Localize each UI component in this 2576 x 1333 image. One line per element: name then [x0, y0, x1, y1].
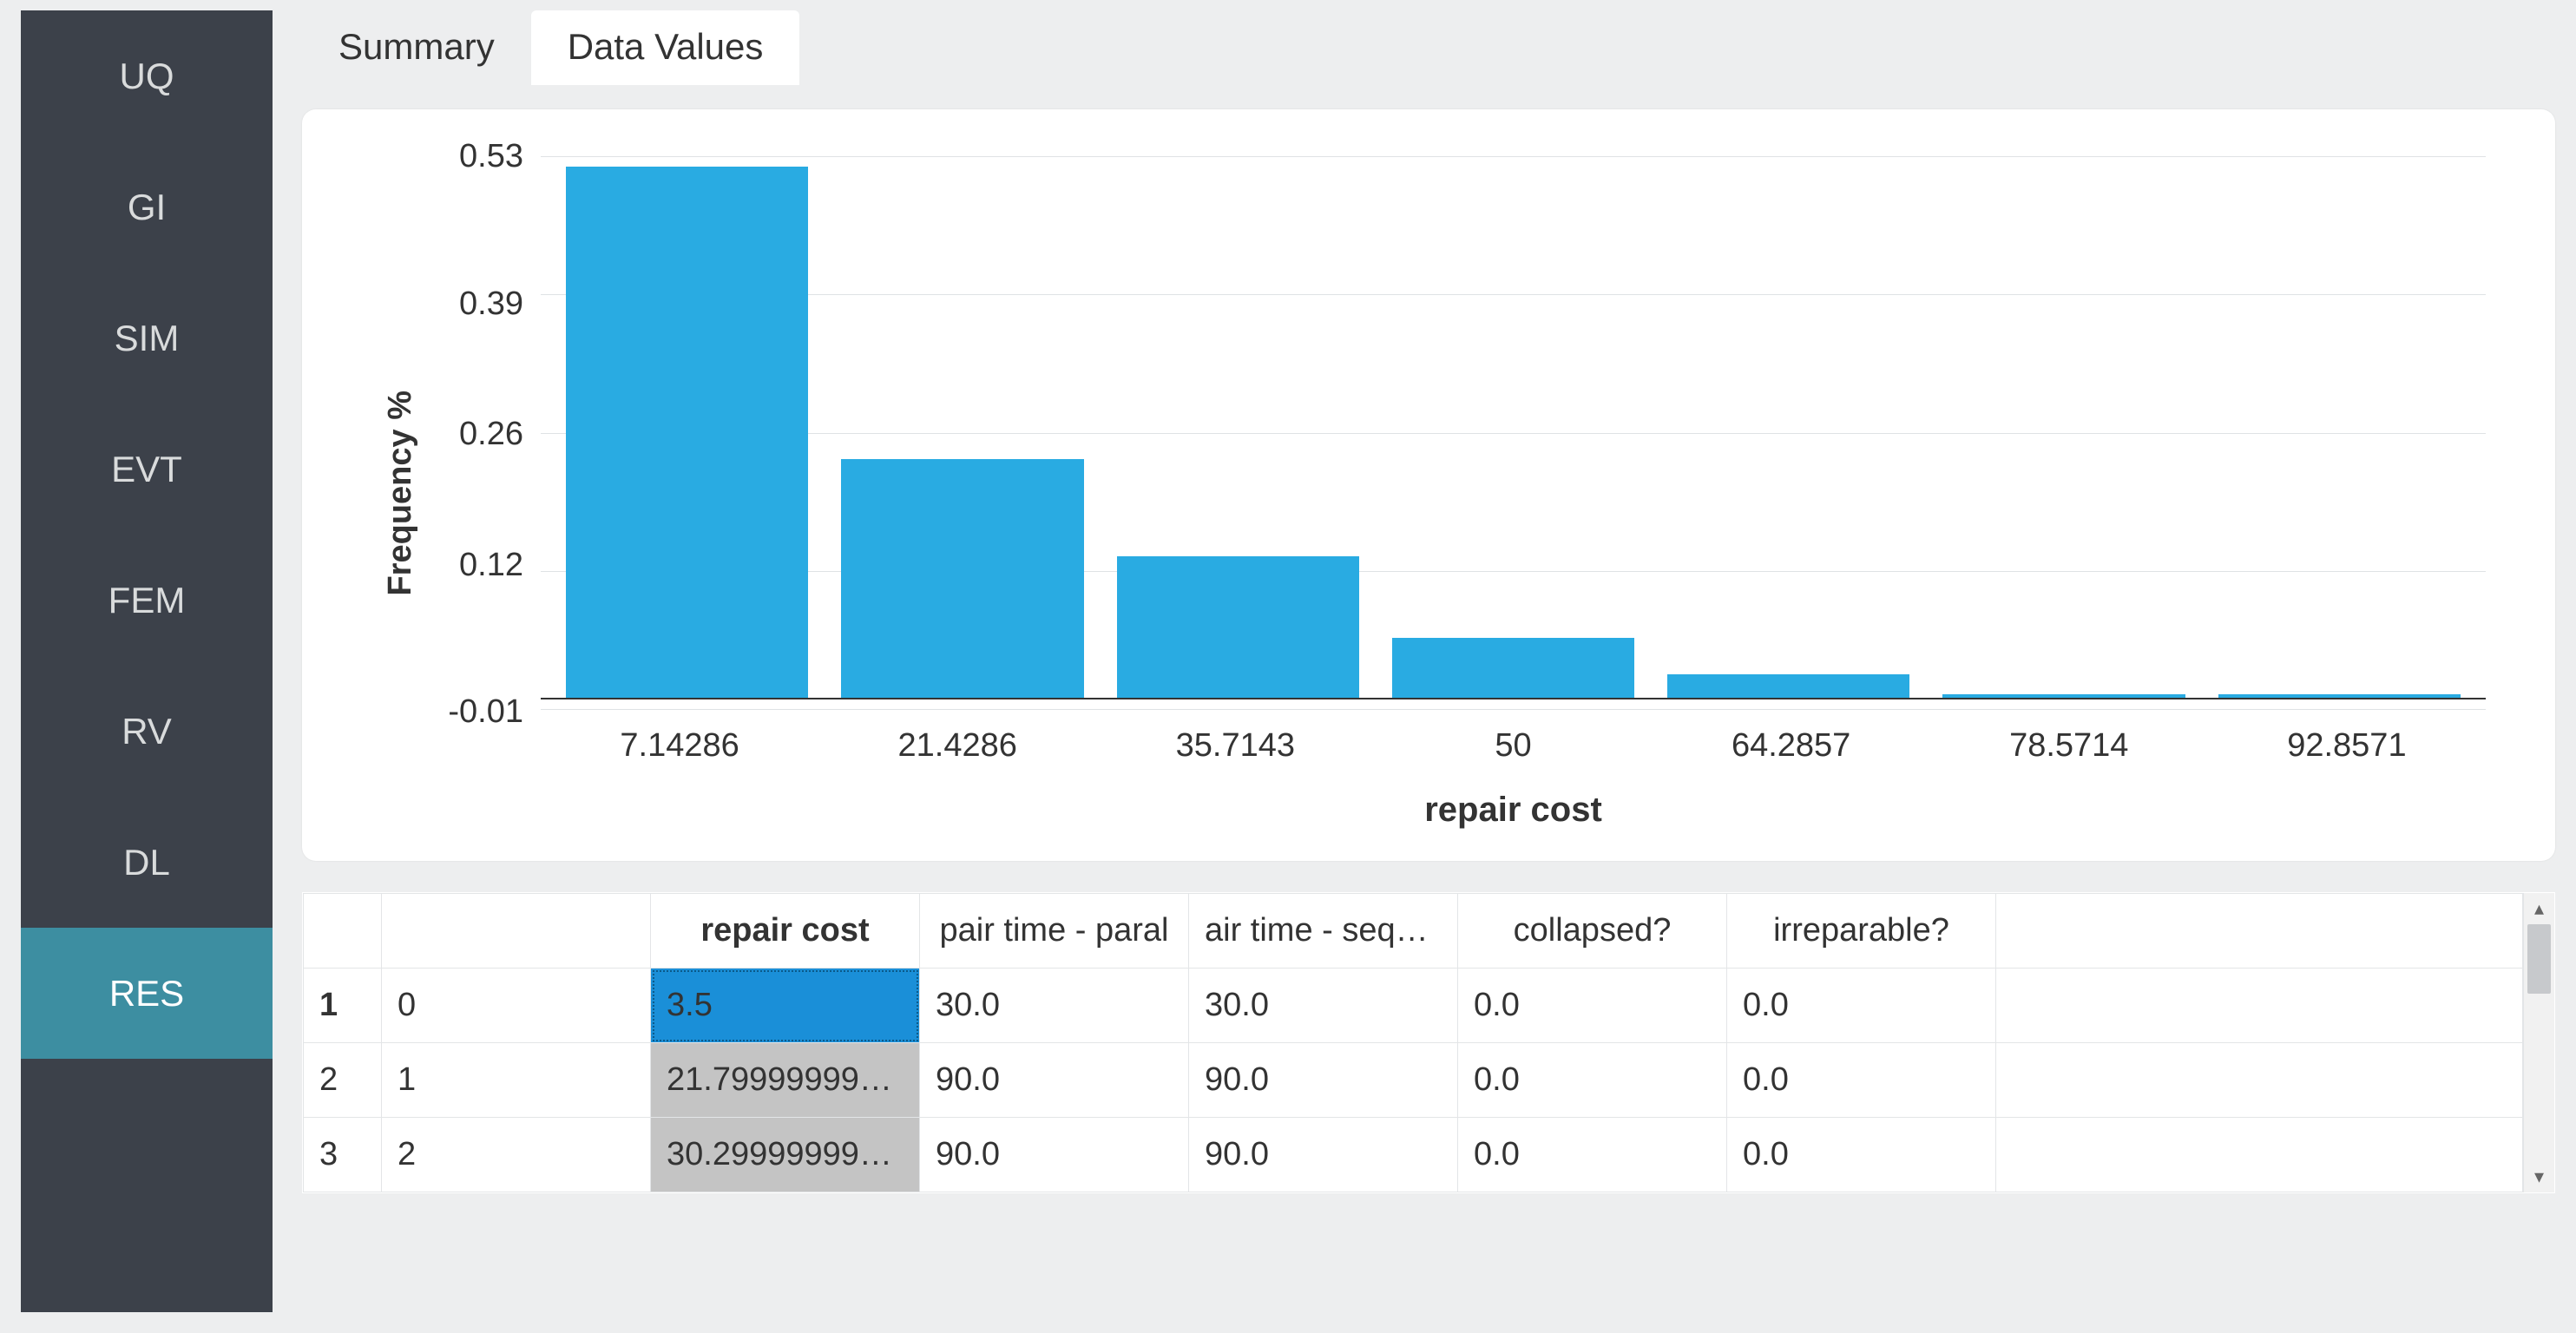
- table-row-number[interactable]: 3: [304, 1118, 382, 1192]
- chart-x-tick: 50: [1374, 727, 1652, 765]
- sidebar-item-evt[interactable]: EVT: [21, 404, 273, 535]
- chart-bar: [566, 167, 808, 699]
- chart-x-tick: 64.2857: [1653, 727, 1930, 765]
- table-cell[interactable]: 90.0: [1189, 1043, 1458, 1118]
- sidebar-item-fem[interactable]: FEM: [21, 535, 273, 666]
- table-index-cell[interactable]: 1: [382, 1043, 651, 1118]
- table-cell-spacer: [1996, 969, 2523, 1043]
- table-cell[interactable]: 0.0: [1458, 1043, 1727, 1118]
- table-row-number[interactable]: 2: [304, 1043, 382, 1118]
- table-cell[interactable]: 0.0: [1727, 1118, 1996, 1192]
- table-index-cell[interactable]: 2: [382, 1118, 651, 1192]
- chart-y-tick: 0.39: [459, 287, 523, 320]
- table-index-header[interactable]: [382, 894, 651, 969]
- chart-baseline: [541, 698, 2486, 699]
- data-table-container: repair costpair time - paralair time - s…: [302, 892, 2555, 1193]
- chart-bars: [541, 156, 2486, 710]
- sidebar-item-uq[interactable]: UQ: [21, 10, 273, 141]
- table-column-header[interactable]: irreparable?: [1727, 894, 1996, 969]
- table-column-header[interactable]: collapsed?: [1458, 894, 1727, 969]
- chart-y-tick: -0.01: [448, 695, 523, 728]
- table-cell[interactable]: 0.0: [1458, 1118, 1727, 1192]
- table-column-header[interactable]: air time - sequer: [1189, 894, 1458, 969]
- table-cell[interactable]: 90.0: [920, 1043, 1189, 1118]
- table-cell[interactable]: 30.0: [1189, 969, 1458, 1043]
- scrollbar-track[interactable]: [2524, 924, 2554, 1161]
- table-column-header[interactable]: repair cost: [651, 894, 920, 969]
- sidebar-item-sim[interactable]: SIM: [21, 273, 273, 404]
- table-cell[interactable]: 0.0: [1727, 969, 1996, 1043]
- sidebar-item-res[interactable]: RES: [21, 928, 273, 1059]
- chart-y-axis-label: Frequency %: [371, 391, 419, 596]
- chart-x-ticks: 7.1428621.428635.71435064.285778.571492.…: [541, 712, 2486, 765]
- sidebar-item-rv[interactable]: RV: [21, 666, 273, 797]
- table-cell[interactable]: 3.5: [651, 969, 920, 1043]
- vertical-scrollbar[interactable]: ▴ ▾: [2523, 893, 2554, 1192]
- table-cell[interactable]: 0.0: [1458, 969, 1727, 1043]
- scroll-up-arrow-icon[interactable]: ▴: [2524, 893, 2554, 924]
- chart-x-tick: 78.5714: [1930, 727, 2208, 765]
- table-cell[interactable]: 90.0: [1189, 1118, 1458, 1192]
- table-cell[interactable]: 90.0: [920, 1118, 1189, 1192]
- chart-plot-area: [541, 156, 2486, 712]
- table-corner[interactable]: [304, 894, 382, 969]
- chart-bar: [1667, 674, 1909, 700]
- table-index-cell[interactable]: 0: [382, 969, 651, 1043]
- sidebar-item-dl[interactable]: DL: [21, 797, 273, 928]
- table-cell[interactable]: 30.299999999...: [651, 1118, 920, 1192]
- chart-y-tick: 0.26: [459, 417, 523, 450]
- chart-x-axis-label: repair cost: [541, 765, 2486, 830]
- chart-bar: [1392, 638, 1634, 699]
- tab-data-values[interactable]: Data Values: [531, 10, 800, 85]
- chart-y-tick: 0.53: [459, 140, 523, 173]
- chart-bar: [1117, 556, 1359, 699]
- chart-x-tick: 92.8571: [2208, 727, 2486, 765]
- chart-x-tick: 35.7143: [1096, 727, 1374, 765]
- chart-y-ticks: 0.530.390.260.12-0.01: [419, 156, 541, 712]
- sidebar: UQGISIMEVTFEMRVDLRES: [21, 10, 273, 1312]
- chart-bar: [841, 459, 1083, 700]
- table-row[interactable]: 3230.299999999...90.090.00.00.0: [304, 1118, 2523, 1192]
- table-column-header-spacer: [1996, 894, 2523, 969]
- table-column-header[interactable]: pair time - paral: [920, 894, 1189, 969]
- table-cell[interactable]: 0.0: [1727, 1043, 1996, 1118]
- data-table[interactable]: repair costpair time - paralair time - s…: [303, 893, 2523, 1192]
- chart-x-tick: 7.14286: [541, 727, 818, 765]
- table-row-number[interactable]: 1: [304, 969, 382, 1043]
- chart-x-tick: 21.4286: [818, 727, 1096, 765]
- main-content: SummaryData Values Frequency % 0.53 0.39 0…: [273, 10, 2555, 1312]
- table-cell[interactable]: 30.0: [920, 969, 1189, 1043]
- chart-y-tick: 0.12: [459, 548, 523, 581]
- tab-summary[interactable]: Summary: [302, 10, 531, 85]
- table-row[interactable]: 2121.799999999...90.090.00.00.0: [304, 1043, 2523, 1118]
- scrollbar-thumb[interactable]: [2527, 924, 2551, 994]
- table-cell[interactable]: 21.799999999...: [651, 1043, 920, 1118]
- tabs: SummaryData Values: [302, 10, 2555, 85]
- table-row[interactable]: 103.530.030.00.00.0: [304, 969, 2523, 1043]
- table-cell-spacer: [1996, 1043, 2523, 1118]
- sidebar-item-gi[interactable]: GI: [21, 141, 273, 273]
- table-cell-spacer: [1996, 1118, 2523, 1192]
- chart-card: Frequency % 0.53 0.39 0.26 0.12 -0.01 7.1428…: [302, 109, 2555, 861]
- scroll-down-arrow-icon[interactable]: ▾: [2524, 1161, 2554, 1192]
